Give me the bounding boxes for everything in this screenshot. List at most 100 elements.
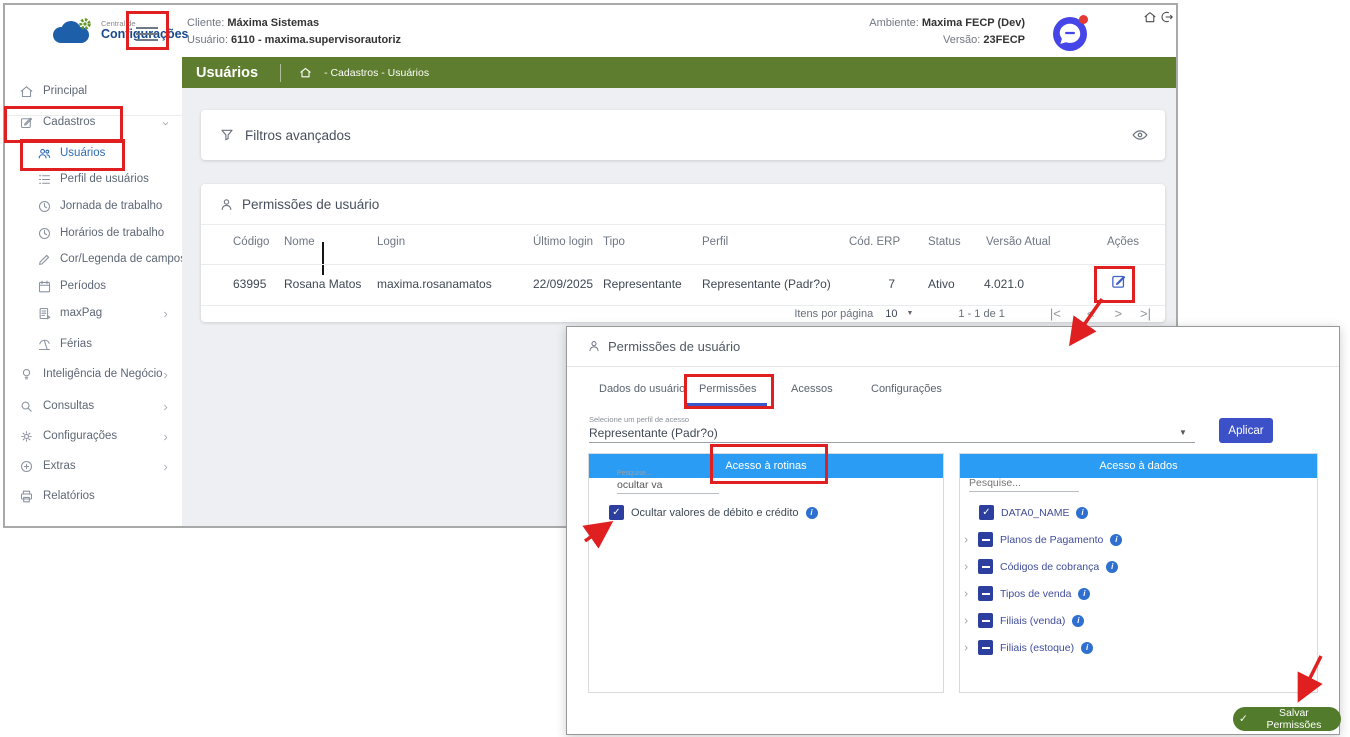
info-icon[interactable]: i [1076, 507, 1088, 519]
home-icon[interactable] [1143, 10, 1157, 24]
filter-icon [219, 127, 235, 143]
sidebar-item-per-odos[interactable]: Períodos [5, 274, 182, 300]
info-icon[interactable]: i [1078, 588, 1090, 600]
chevron-right-icon[interactable] [961, 616, 971, 626]
sidebar-item-intelig-ncia-de-neg-cio[interactable]: Inteligência de Negócio [5, 362, 182, 388]
search-icon [19, 399, 34, 414]
items-per-page-label: Itens por página [794, 308, 873, 320]
env-value: Maxima FECP (Dev) [922, 17, 1025, 29]
data-search-input[interactable] [969, 477, 1079, 492]
person-icon [219, 197, 234, 212]
column-header-c-d-erp: Cód. ERP [849, 236, 900, 248]
save-button-label: Salvar Permissões [1253, 707, 1335, 731]
info-icon[interactable]: i [806, 507, 818, 519]
divider [280, 64, 281, 82]
advanced-filters-card[interactable]: Filtros avançados [201, 110, 1165, 160]
cell-tipo: Representante [603, 277, 682, 291]
data-access-item-label: Tipos de venda [1000, 588, 1071, 600]
chevron-right-icon [160, 309, 171, 320]
eye-icon[interactable] [1131, 126, 1149, 144]
user-permissions-card: Permissões de usuário CódigoNomeLoginÚlt… [201, 184, 1165, 322]
edit-user-icon[interactable] [1110, 273, 1127, 290]
info-icon[interactable]: i [1072, 615, 1084, 627]
first-page-button[interactable]: |< [1050, 306, 1061, 321]
menu-hamburger-icon[interactable] [134, 21, 162, 47]
apply-button[interactable]: Aplicar [1219, 418, 1273, 443]
column-header--ltimo-login: Último login [533, 236, 593, 248]
logout-icon[interactable] [1160, 10, 1174, 24]
chat-support-button[interactable] [1053, 17, 1087, 51]
bulb-icon [19, 367, 34, 382]
version-label: Versão: [943, 34, 980, 46]
breadcrumb-home-icon[interactable] [299, 66, 312, 79]
checkbox-checked[interactable]: ✓ [979, 505, 994, 520]
info-icon[interactable]: i [1106, 561, 1118, 573]
items-per-page-caret-icon[interactable]: ▼ [906, 310, 913, 317]
users-icon [37, 146, 52, 161]
cell-c-d-erp: 7 [849, 277, 895, 291]
environment-info: Ambiente: Maxima FECP (Dev) Versão: 23FE… [869, 15, 1025, 49]
checkbox-checked[interactable]: ✓ [609, 505, 624, 520]
chevron-right-icon[interactable] [961, 562, 971, 572]
sidebar-item-consultas[interactable]: Consultas [5, 394, 182, 420]
client-value: Máxima Sistemas [227, 17, 319, 29]
info-icon[interactable]: i [1081, 642, 1093, 654]
checkbox-indeterminate[interactable] [978, 559, 993, 574]
last-page-button[interactable]: >| [1140, 306, 1151, 321]
sidebar-item-usu-rios[interactable]: Usuários [5, 141, 182, 167]
env-label: Ambiente: [869, 17, 919, 29]
sidebar-item-cor-legenda-de-campos[interactable]: Cor/Legenda de campos [5, 247, 182, 273]
chevron-down-icon [160, 118, 171, 129]
sidebar-item-label: Cadastros [43, 116, 95, 128]
tab-acessos[interactable]: Acessos [791, 383, 833, 395]
clock-icon [37, 226, 52, 241]
chevron-right-icon[interactable] [961, 589, 971, 599]
chevron-right-icon[interactable] [961, 643, 971, 653]
sidebar-item-hor-rios-de-trabalho[interactable]: Horários de trabalho [5, 221, 182, 247]
tab-dados-do-usuario[interactable]: Dados do usuário [599, 383, 685, 395]
sidebar-item-label: Jornada de trabalho [60, 200, 162, 212]
sidebar-item-maxpag[interactable]: maxPag [5, 301, 182, 327]
sidebar-item-cadastros[interactable]: Cadastros [5, 110, 182, 136]
profile-select[interactable]: Representante (Padr?o) [589, 426, 718, 440]
person-icon [587, 339, 601, 353]
next-page-button[interactable]: > [1114, 306, 1122, 321]
tab-configuracoes[interactable]: Configurações [871, 383, 942, 395]
cell-status: Ativo [928, 277, 955, 291]
cell-c-digo: 63995 [233, 277, 266, 291]
tab-permissoes[interactable]: Permissões [699, 383, 756, 395]
sidebar-item-jornada-de-trabalho[interactable]: Jornada de trabalho [5, 194, 182, 220]
pagination-range: 1 - 1 de 1 [958, 308, 1004, 320]
sidebar-item-label: Configurações [43, 430, 117, 442]
chevron-right-icon[interactable] [961, 535, 971, 545]
prev-page-button[interactable]: < [1087, 306, 1095, 321]
checkbox-indeterminate[interactable] [978, 640, 993, 655]
divider [201, 264, 1165, 265]
checkbox-indeterminate[interactable] [978, 586, 993, 601]
sidebar-item-configura-es[interactable]: Configurações [5, 424, 182, 450]
data-access-item-planos-de-pagamento: Planos de Pagamentoi [961, 532, 1122, 547]
checkbox-indeterminate[interactable] [978, 532, 993, 547]
data-access-item-label: Códigos de cobrança [1000, 561, 1099, 573]
client-info: Cliente: Máxima Sistemas Usuário: 6110 -… [187, 15, 401, 49]
info-icon[interactable]: i [1110, 534, 1122, 546]
sidebar-item-extras[interactable]: Extras [5, 454, 182, 480]
document-icon [37, 306, 52, 321]
items-per-page-value[interactable]: 10 [885, 308, 897, 320]
chevron-right-icon [160, 402, 171, 413]
filters-title: Filtros avançados [245, 128, 351, 143]
sidebar-item-principal[interactable]: Principal [5, 79, 182, 105]
profile-select-label: Selecione um perfil de acesso [589, 415, 689, 424]
printer-icon [19, 489, 34, 504]
sidebar-item-label: maxPag [60, 307, 102, 319]
select-caret-icon[interactable]: ▼ [1179, 428, 1187, 437]
sidebar-item-perfil-de-usu-rios[interactable]: Perfil de usuários [5, 167, 182, 193]
checkbox-indeterminate[interactable] [978, 613, 993, 628]
sidebar-item-relat-rios[interactable]: Relatórios [5, 484, 182, 510]
routines-search-input[interactable] [617, 479, 719, 494]
column-header-nome: Nome [284, 236, 315, 248]
sidebar-item-label: Horários de trabalho [60, 227, 164, 239]
sidebar-item-f-rias[interactable]: Férias [5, 332, 182, 358]
save-permissions-button[interactable]: ✓ Salvar Permissões [1233, 707, 1341, 731]
cell-login: maxima.rosanamatos [377, 277, 492, 291]
